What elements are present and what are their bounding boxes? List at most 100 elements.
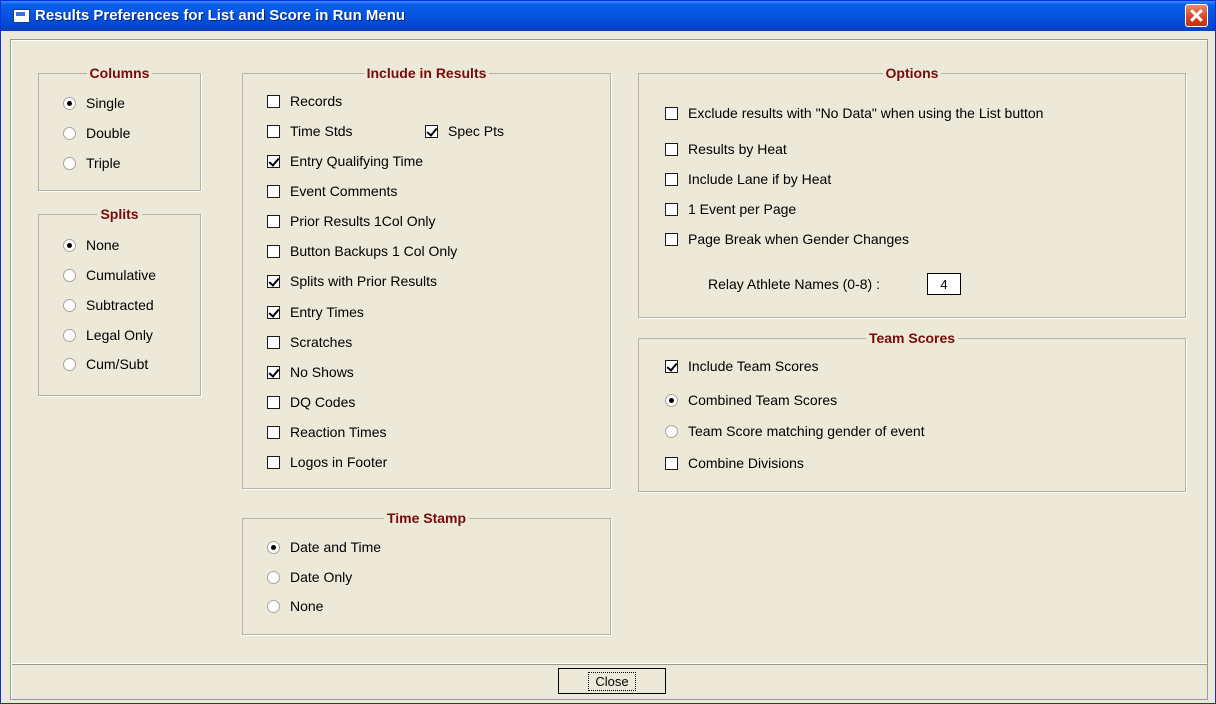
checkbox-results-by-heat[interactable]: Results by Heat bbox=[665, 140, 787, 158]
checkbox-label: Reaction Times bbox=[290, 424, 387, 440]
title-bar[interactable]: Results Preferences for List and Score i… bbox=[1, 1, 1215, 31]
checkbox-indicator[interactable] bbox=[267, 274, 280, 288]
checkbox-label: DQ Codes bbox=[290, 394, 356, 410]
radio-date-only[interactable]: Date Only bbox=[267, 568, 352, 586]
checkbox-label: Results by Heat bbox=[688, 141, 787, 157]
radio-indicator[interactable] bbox=[63, 357, 76, 371]
checkbox-indicator[interactable] bbox=[267, 214, 280, 228]
radio-splits-legal-only[interactable]: Legal Only bbox=[63, 326, 153, 344]
radio-splits-subtracted[interactable]: Subtracted bbox=[63, 296, 154, 314]
radio-label: Triple bbox=[86, 155, 121, 171]
checkbox-label: 1 Event per Page bbox=[688, 201, 797, 217]
window-icon bbox=[13, 9, 30, 23]
checkbox-records[interactable]: Records bbox=[267, 92, 342, 110]
checkbox-indicator[interactable] bbox=[267, 425, 280, 439]
radio-timestamp-none[interactable]: None bbox=[267, 597, 323, 615]
radio-label: Cumulative bbox=[86, 267, 157, 283]
checkbox-indicator[interactable] bbox=[665, 172, 678, 186]
close-button[interactable]: Close bbox=[558, 668, 666, 694]
radio-indicator[interactable] bbox=[63, 328, 76, 342]
checkbox-label: Page Break when Gender Changes bbox=[688, 231, 910, 247]
checkbox-label: Splits with Prior Results bbox=[290, 273, 438, 289]
checkbox-indicator[interactable] bbox=[267, 184, 280, 198]
radio-label: Team Score matching gender of event bbox=[688, 423, 925, 439]
radio-columns-single[interactable]: Single bbox=[63, 94, 125, 112]
checkbox-indicator[interactable] bbox=[267, 365, 280, 379]
radio-indicator[interactable] bbox=[665, 393, 678, 407]
radio-indicator[interactable] bbox=[63, 126, 76, 140]
checkbox-label: Button Backups 1 Col Only bbox=[290, 243, 458, 259]
radio-indicator[interactable] bbox=[267, 570, 280, 584]
radio-indicator[interactable] bbox=[267, 599, 280, 613]
checkbox-combine-divisions[interactable]: Combine Divisions bbox=[665, 454, 804, 472]
team-scores-legend: Team Scores bbox=[868, 330, 956, 346]
radio-indicator[interactable] bbox=[267, 540, 280, 554]
relay-athlete-names-input[interactable]: 4 bbox=[927, 273, 961, 295]
radio-indicator[interactable] bbox=[63, 156, 76, 170]
radio-team-score-matching-gender[interactable]: Team Score matching gender of event bbox=[665, 422, 925, 440]
checkbox-reaction-times[interactable]: Reaction Times bbox=[267, 423, 386, 441]
checkbox-label: Entry Qualifying Time bbox=[290, 153, 424, 169]
checkbox-indicator[interactable] bbox=[665, 106, 678, 120]
radio-indicator[interactable] bbox=[63, 268, 76, 282]
checkbox-include-team-scores[interactable]: Include Team Scores bbox=[665, 357, 818, 375]
checkbox-spec-pts[interactable]: Spec Pts bbox=[425, 122, 504, 140]
checkbox-label: Include Team Scores bbox=[688, 358, 819, 374]
checkbox-label: Records bbox=[290, 93, 343, 109]
radio-splits-cumulative[interactable]: Cumulative bbox=[63, 266, 156, 284]
radio-label: Subtracted bbox=[86, 297, 154, 313]
checkbox-no-shows[interactable]: No Shows bbox=[267, 363, 354, 381]
checkbox-label: Exclude results with "No Data" when usin… bbox=[688, 105, 1044, 121]
relay-athlete-names-label: Relay Athlete Names (0-8) : bbox=[708, 276, 880, 292]
radio-splits-none[interactable]: None bbox=[63, 236, 119, 254]
checkbox-indicator[interactable] bbox=[665, 359, 678, 373]
radio-columns-triple[interactable]: Triple bbox=[63, 154, 121, 172]
checkbox-label: Entry Times bbox=[290, 304, 364, 320]
checkbox-indicator[interactable] bbox=[267, 455, 280, 469]
checkbox-event-comments[interactable]: Event Comments bbox=[267, 182, 397, 200]
checkbox-time-stds[interactable]: Time Stds bbox=[267, 122, 353, 140]
time-stamp-legend: Time Stamp bbox=[386, 510, 467, 526]
checkbox-indicator[interactable] bbox=[267, 335, 280, 349]
radio-label: Single bbox=[86, 95, 125, 111]
checkbox-entry-times[interactable]: Entry Times bbox=[267, 303, 364, 321]
radio-splits-cum-subt[interactable]: Cum/Subt bbox=[63, 355, 148, 373]
radio-date-and-time[interactable]: Date and Time bbox=[267, 538, 381, 556]
checkbox-indicator[interactable] bbox=[665, 142, 678, 156]
checkbox-splits-prior-results[interactable]: Splits with Prior Results bbox=[267, 272, 437, 290]
checkbox-indicator[interactable] bbox=[267, 305, 280, 319]
close-button-label: Close bbox=[588, 671, 636, 691]
checkbox-indicator[interactable] bbox=[425, 124, 438, 138]
checkbox-one-event-per-page[interactable]: 1 Event per Page bbox=[665, 200, 796, 218]
checkbox-page-break-gender[interactable]: Page Break when Gender Changes bbox=[665, 230, 909, 248]
checkbox-label: No Shows bbox=[290, 364, 354, 380]
checkbox-button-backups-1col[interactable]: Button Backups 1 Col Only bbox=[267, 242, 457, 260]
checkbox-indicator[interactable] bbox=[267, 124, 280, 138]
close-window-icon[interactable] bbox=[1185, 4, 1208, 27]
checkbox-indicator[interactable] bbox=[665, 456, 678, 470]
checkbox-indicator[interactable] bbox=[267, 244, 280, 258]
checkbox-indicator[interactable] bbox=[665, 232, 678, 246]
checkbox-label: Scratches bbox=[290, 334, 353, 350]
radio-indicator[interactable] bbox=[63, 238, 76, 252]
checkbox-exclude-no-data[interactable]: Exclude results with "No Data" when usin… bbox=[665, 104, 1043, 122]
checkbox-indicator[interactable] bbox=[267, 395, 280, 409]
radio-columns-double[interactable]: Double bbox=[63, 124, 130, 142]
checkbox-scratches[interactable]: Scratches bbox=[267, 333, 352, 351]
radio-label: None bbox=[86, 237, 120, 253]
radio-indicator[interactable] bbox=[63, 96, 76, 110]
radio-indicator[interactable] bbox=[63, 298, 76, 312]
checkbox-indicator[interactable] bbox=[267, 154, 280, 168]
checkbox-dq-codes[interactable]: DQ Codes bbox=[267, 393, 355, 411]
checkbox-entry-qualifying-time[interactable]: Entry Qualifying Time bbox=[267, 152, 423, 170]
checkbox-indicator[interactable] bbox=[267, 94, 280, 108]
radio-label: Double bbox=[86, 125, 131, 141]
checkbox-prior-results-1col[interactable]: Prior Results 1Col Only bbox=[267, 212, 436, 230]
radio-label: Legal Only bbox=[86, 327, 153, 343]
checkbox-label: Include Lane if by Heat bbox=[688, 171, 832, 187]
checkbox-include-lane[interactable]: Include Lane if by Heat bbox=[665, 170, 831, 188]
radio-combined-team-scores[interactable]: Combined Team Scores bbox=[665, 391, 837, 409]
radio-indicator[interactable] bbox=[665, 424, 678, 438]
checkbox-logos-in-footer[interactable]: Logos in Footer bbox=[267, 453, 387, 471]
checkbox-indicator[interactable] bbox=[665, 202, 678, 216]
